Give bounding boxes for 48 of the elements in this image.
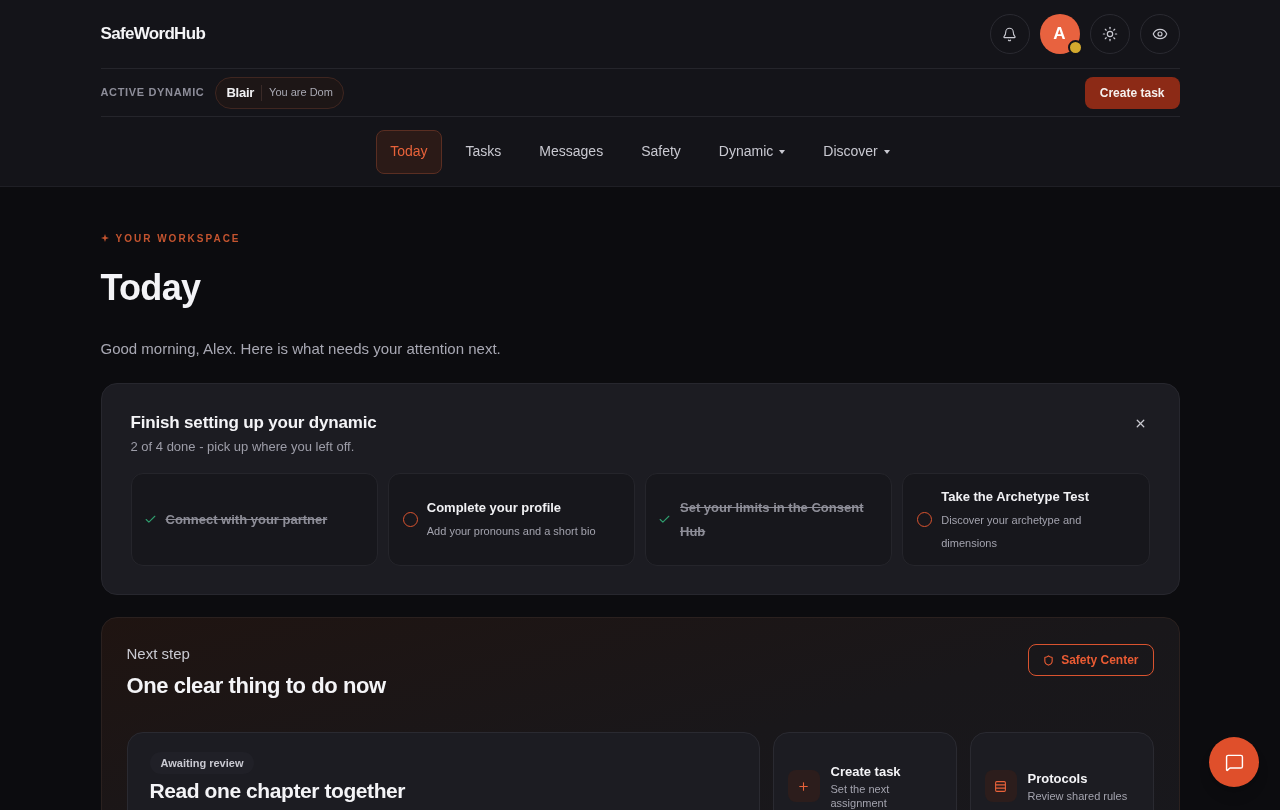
workspace-eyebrow: YOUR WORKSPACE — [115, 231, 241, 246]
safety-center-button[interactable]: Safety Center — [1028, 644, 1154, 676]
setup-step-card[interactable]: Connect with your partner — [130, 473, 378, 566]
action-description: Review shared rules — [1027, 788, 1128, 803]
task-card[interactable]: Awaiting review Read one chapter together — [126, 732, 760, 810]
rows-icon — [994, 779, 1007, 793]
status-badge: Awaiting review — [149, 752, 255, 775]
next-step-label: Next step — [126, 644, 190, 664]
plus-icon — [797, 779, 810, 793]
setup-step-card[interactable]: Complete your profile Add your pronouns and a short bio — [387, 473, 635, 566]
action-title: Protocols — [1027, 769, 1089, 788]
partner-name: Blair — [226, 83, 255, 102]
shield-icon — [1043, 654, 1055, 666]
step-title: Connect with your partner — [165, 510, 328, 529]
chat-button[interactable] — [1209, 737, 1259, 787]
step-description: Add your pronouns and a short bio — [426, 524, 596, 539]
nav-tab[interactable]: Messages — [525, 129, 618, 174]
app-logo[interactable]: SafeWordHub — [100, 21, 206, 47]
next-step-title: One clear thing to do now — [126, 672, 386, 700]
active-dynamic-label: ACTIVE DYNAMIC — [100, 85, 205, 101]
nav-tab[interactable]: Tasks — [451, 129, 516, 174]
greeting-text: Good morning, Alex. Here is what needs your attention next. — [100, 339, 501, 359]
eye-icon — [1151, 26, 1168, 42]
nav-tab[interactable]: Dynamic — [704, 129, 800, 174]
quick-action-card[interactable]: Create task Set the next assignment — [772, 732, 957, 810]
setup-title: Finish setting up your dynamic — [130, 412, 377, 434]
role-text: You are Dom — [269, 85, 333, 101]
dynamic-pill[interactable]: Blair You are Dom — [215, 76, 344, 109]
nav-tab[interactable]: Discover — [809, 129, 904, 174]
bell-icon — [1002, 26, 1017, 42]
page-title: Today — [100, 266, 201, 310]
sparkle-icon — [100, 234, 109, 242]
action-title: Create task — [830, 762, 902, 781]
action-description: Set the next assignment — [830, 781, 891, 810]
setup-step-card[interactable]: Take the Archetype Test Discover your archetype and dimensions — [902, 473, 1150, 566]
nav-tab[interactable]: Today — [376, 129, 442, 174]
step-title: Set your limits in the Consent Hub — [680, 498, 865, 541]
setup-step-card[interactable]: Set your limits in the Consent Hub — [645, 473, 893, 566]
chat-icon — [1224, 752, 1244, 772]
task-title: Read one chapter together — [149, 778, 406, 805]
quick-action-card[interactable]: Protocols Review shared rules — [969, 732, 1154, 810]
step-description: Discover your archetype and dimensions — [941, 512, 1083, 551]
sun-icon — [1101, 26, 1118, 42]
create-task-button[interactable]: Create task — [1084, 76, 1180, 109]
nav-tab[interactable]: Safety — [627, 129, 695, 174]
step-title: Complete your profile — [426, 499, 563, 517]
setup-subtitle: 2 of 4 done - pick up where you left off. — [130, 438, 355, 456]
step-title: Take the Archetype Test — [941, 487, 1091, 506]
